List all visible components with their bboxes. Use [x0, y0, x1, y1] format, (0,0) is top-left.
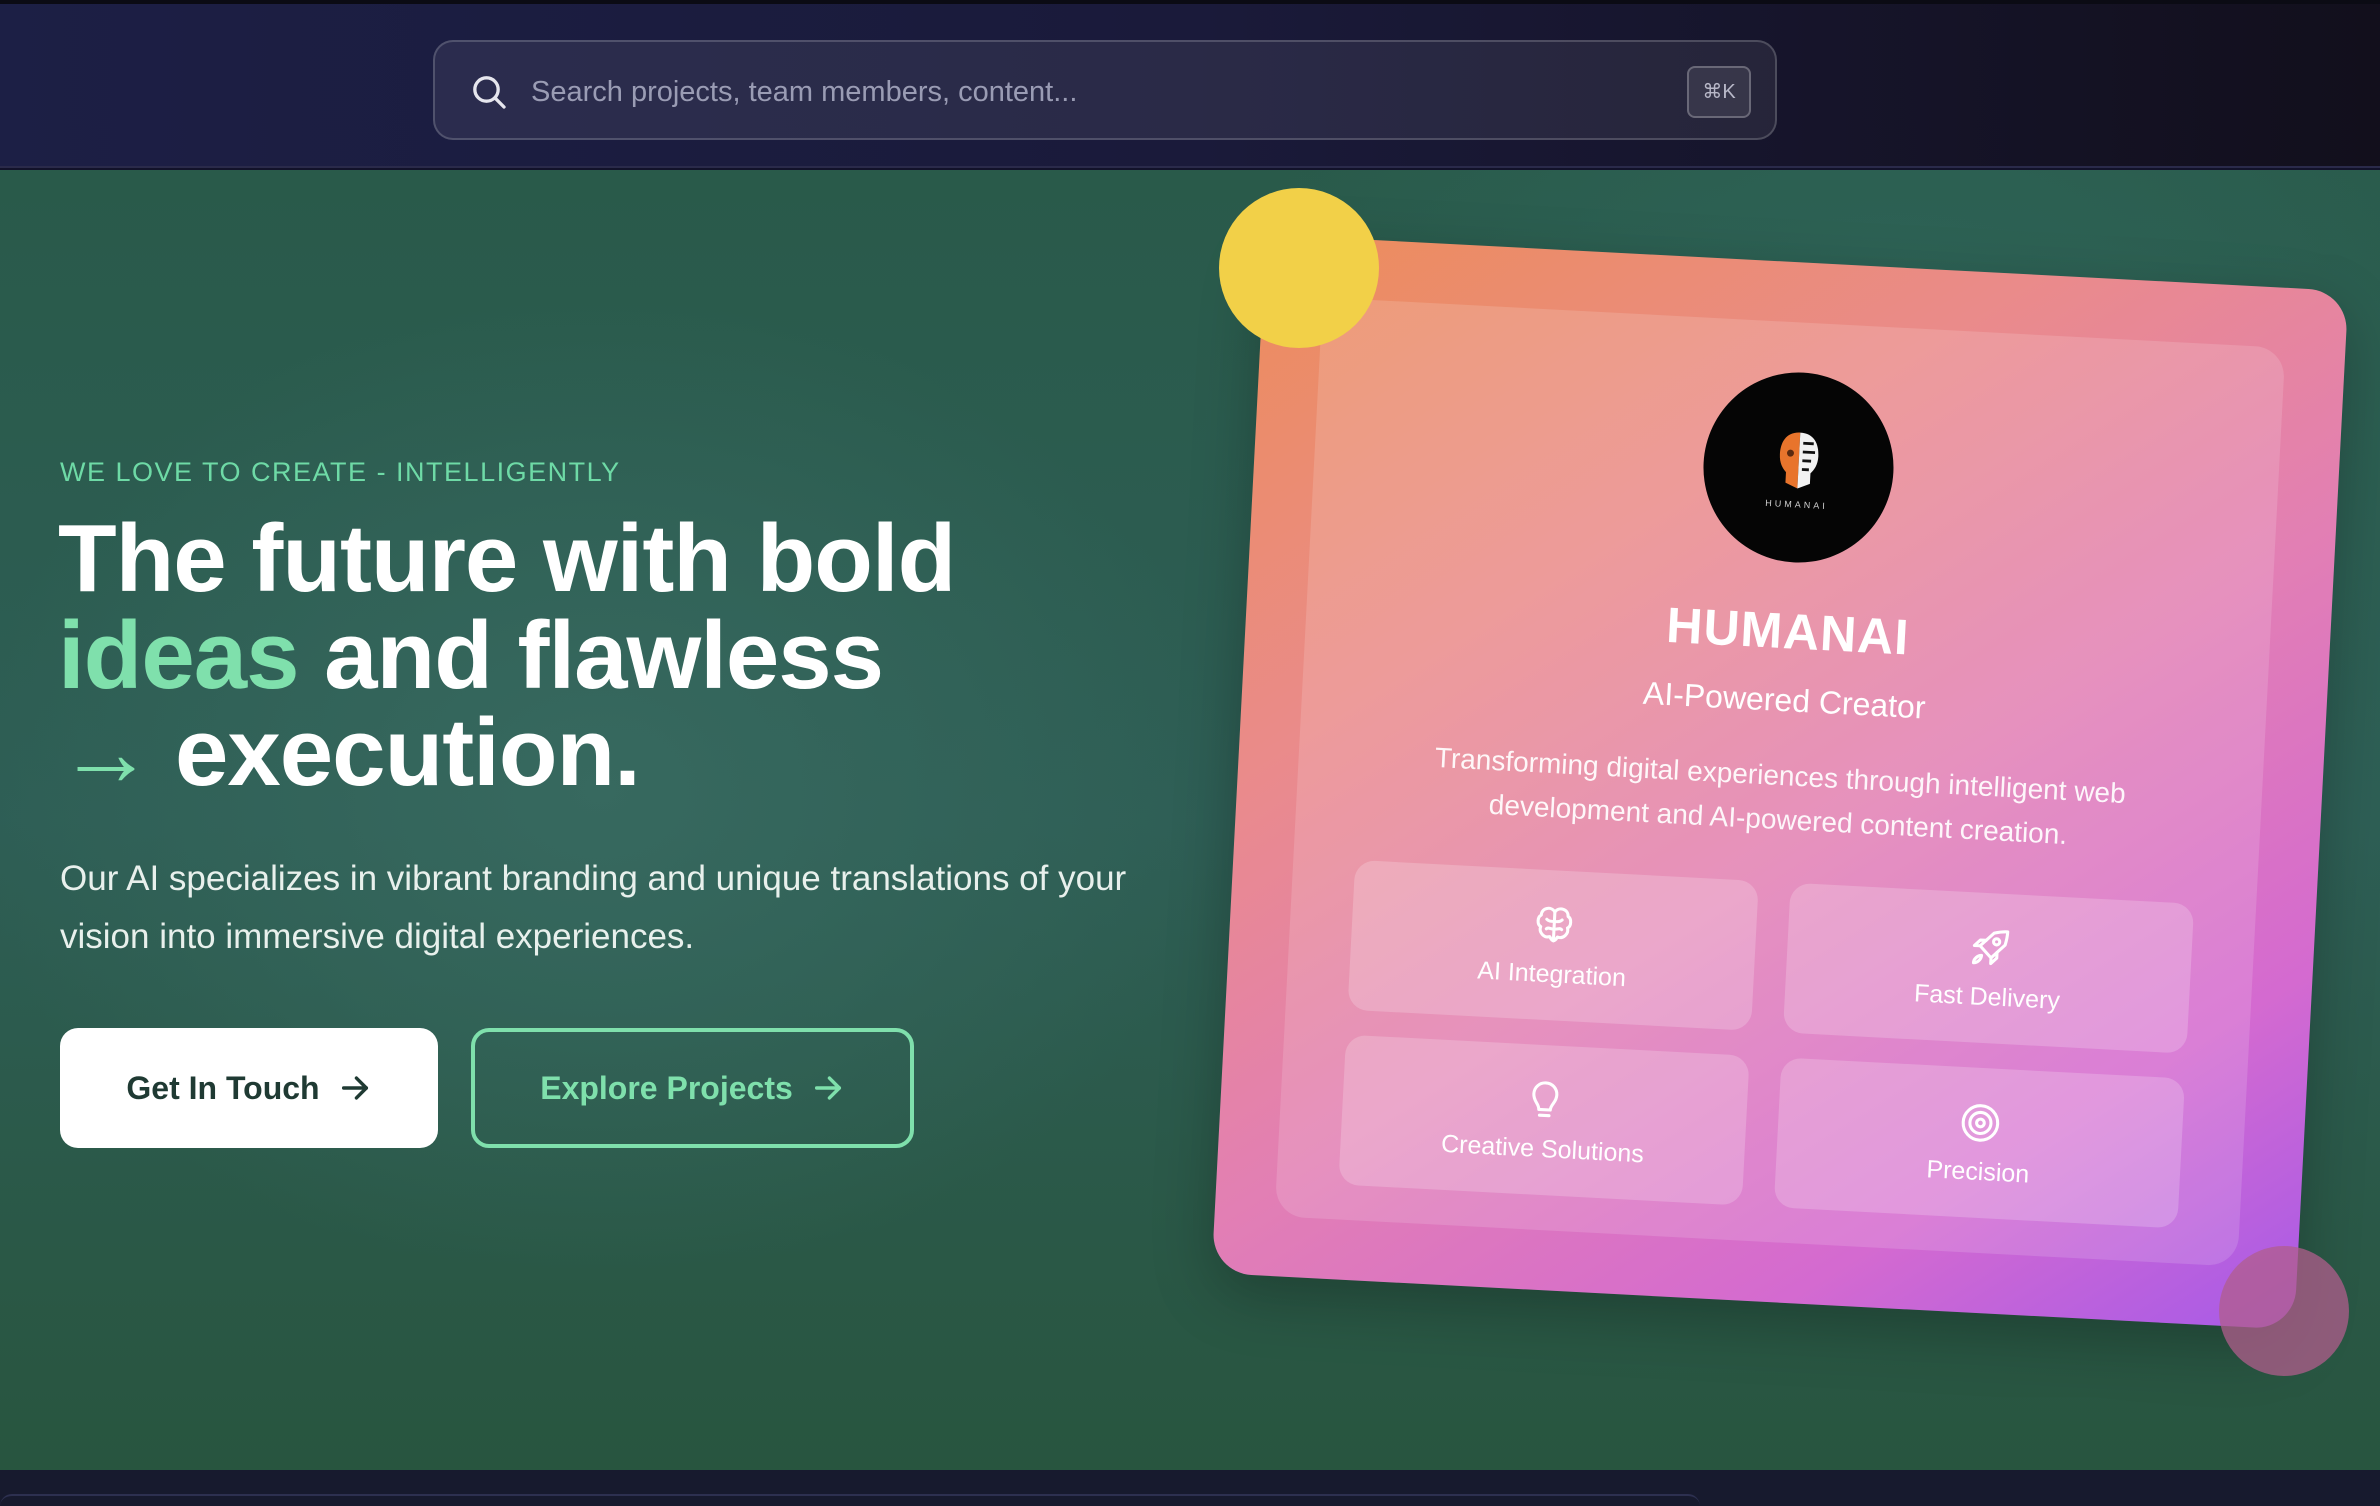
arrow-right-icon: [814, 1076, 841, 1100]
feature-label: Creative Solutions: [1440, 1129, 1645, 1168]
feature-ai-integration: AI Integration: [1347, 859, 1759, 1031]
feature-label: AI Integration: [1476, 955, 1627, 992]
search-icon: [473, 76, 506, 109]
profile-card-inner: HUMANAI HUMANAI AI-Powered Creator Trans…: [1274, 297, 2286, 1267]
rocket-icon: [1971, 929, 2010, 965]
humanai-logo-icon: [1779, 432, 1819, 489]
headline-line-1: The future with bold: [58, 505, 956, 612]
headline-accent-word: ideas: [58, 602, 299, 709]
headline-line-2: and flawless: [298, 602, 884, 709]
next-section-edge: [0, 1470, 2380, 1506]
hero-subtext: Our AI specializes in vibrant branding a…: [60, 859, 1127, 956]
top-bar: ⌘K: [0, 0, 2380, 168]
brain-icon: [1536, 906, 1573, 942]
search-input[interactable]: [531, 66, 1631, 118]
decorative-yellow-circle: [1219, 188, 1379, 348]
feature-label: Fast Delivery: [1913, 978, 2061, 1015]
target-icon: [1961, 1103, 2000, 1142]
get-in-touch-button[interactable]: Get In Touch: [60, 1028, 438, 1148]
feature-creative-solutions: Creative Solutions: [1338, 1034, 1750, 1206]
card-description: Transforming digital experiences through…: [1434, 741, 2127, 851]
search-bar[interactable]: ⌘K: [433, 40, 1777, 140]
headline-line-3: execution.: [175, 699, 641, 806]
feature-label: Precision: [1925, 1154, 2030, 1189]
avatar: HUMANAI: [1698, 367, 1899, 568]
headline-arrow-icon: →: [58, 699, 154, 806]
keyboard-shortcut-badge: ⌘K: [1687, 66, 1751, 118]
feature-fast-delivery: Fast Delivery: [1782, 882, 2195, 1054]
lightbulb-icon: [1532, 1080, 1559, 1117]
hero-headline: The future with bold ideas and flawless …: [58, 510, 1158, 801]
explore-projects-button[interactable]: Explore Projects: [471, 1028, 914, 1148]
get-in-touch-label: Get In Touch: [126, 1069, 320, 1106]
explore-projects-label: Explore Projects: [540, 1069, 793, 1106]
profile-card: HUMANAI HUMANAI AI-Powered Creator Trans…: [1211, 234, 2349, 1330]
decorative-pink-circle: [2219, 1246, 2349, 1376]
next-section-card-edge: [0, 1494, 1700, 1506]
hero-eyebrow: WE LOVE TO CREATE - INTELLIGENTLY: [60, 457, 621, 487]
avatar-logo-text: HUMANAI: [1765, 497, 1829, 512]
arrow-right-icon: [341, 1076, 368, 1100]
feature-precision: Precision: [1773, 1057, 2186, 1229]
